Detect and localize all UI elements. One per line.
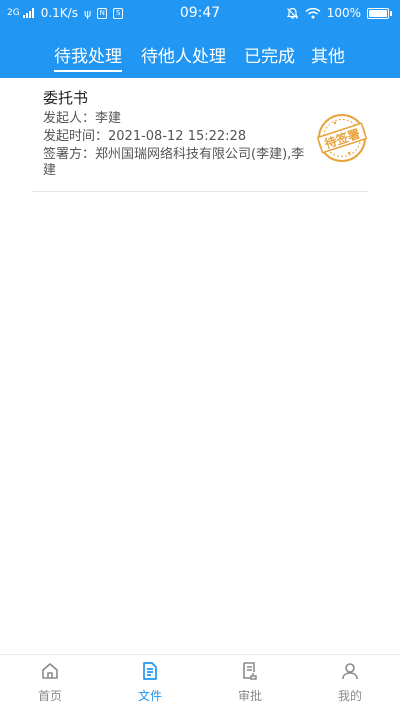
initiator-row: 发起人：李建	[43, 111, 121, 127]
file-icon	[143, 662, 157, 680]
time-row: 发起时间：2021-08-12 15:22:28	[43, 129, 246, 145]
home-icon	[42, 663, 58, 679]
signer-label: 签署方：	[43, 147, 96, 162]
initiator-value: 李建	[95, 111, 122, 126]
tab-bar: 待我处理 待他人处理 已完成 其他	[0, 30, 400, 78]
battery-icon	[367, 7, 392, 19]
initiator-label: 发起人：	[43, 111, 96, 126]
nav-file-label: 文件	[137, 689, 162, 703]
nav-home-label: 首页	[37, 689, 62, 703]
nav-home[interactable]: 首页	[0, 655, 100, 711]
tab-pending-me[interactable]: 待我处理	[54, 42, 122, 72]
battery-percent: 100%	[326, 6, 361, 20]
status-bar: 2G 0.1K/s ψ N S 09:47 100%	[0, 0, 400, 28]
wifi-icon	[305, 7, 321, 19]
nav-file[interactable]: 文件	[100, 655, 200, 711]
document-item[interactable]: 委托书 发起人：李建 发起时间：2021-08-12 15:22:28 签署方：…	[32, 78, 368, 192]
tab-pending-others[interactable]: 待他人处理	[141, 42, 226, 67]
nav-mine[interactable]: 我的	[300, 655, 400, 711]
header: 2G 0.1K/s ψ N S 09:47 100% 待我处理 待他人处理 已完…	[0, 0, 400, 78]
tab-other[interactable]: 其他	[311, 42, 345, 67]
nav-mine-label: 我的	[337, 689, 362, 703]
pending-signature-stamp: 待签署	[317, 114, 367, 162]
nav-approval[interactable]: 审批	[200, 655, 300, 711]
status-right: 100%	[286, 6, 392, 20]
time-label: 发起时间：	[43, 129, 109, 144]
document-title: 委托书	[43, 89, 89, 107]
bottom-nav: 首页 文件 审批 我的	[0, 654, 400, 711]
tab-completed[interactable]: 已完成	[244, 42, 295, 67]
user-icon	[342, 663, 358, 680]
signer-row: 签署方：郑州国瑞网络科技有限公司(李建),李建	[43, 147, 305, 179]
time-value: 2021-08-12 15:22:28	[108, 129, 247, 144]
approval-icon	[243, 662, 257, 680]
mute-bell-icon	[286, 7, 298, 19]
nav-approval-label: 审批	[237, 689, 262, 703]
